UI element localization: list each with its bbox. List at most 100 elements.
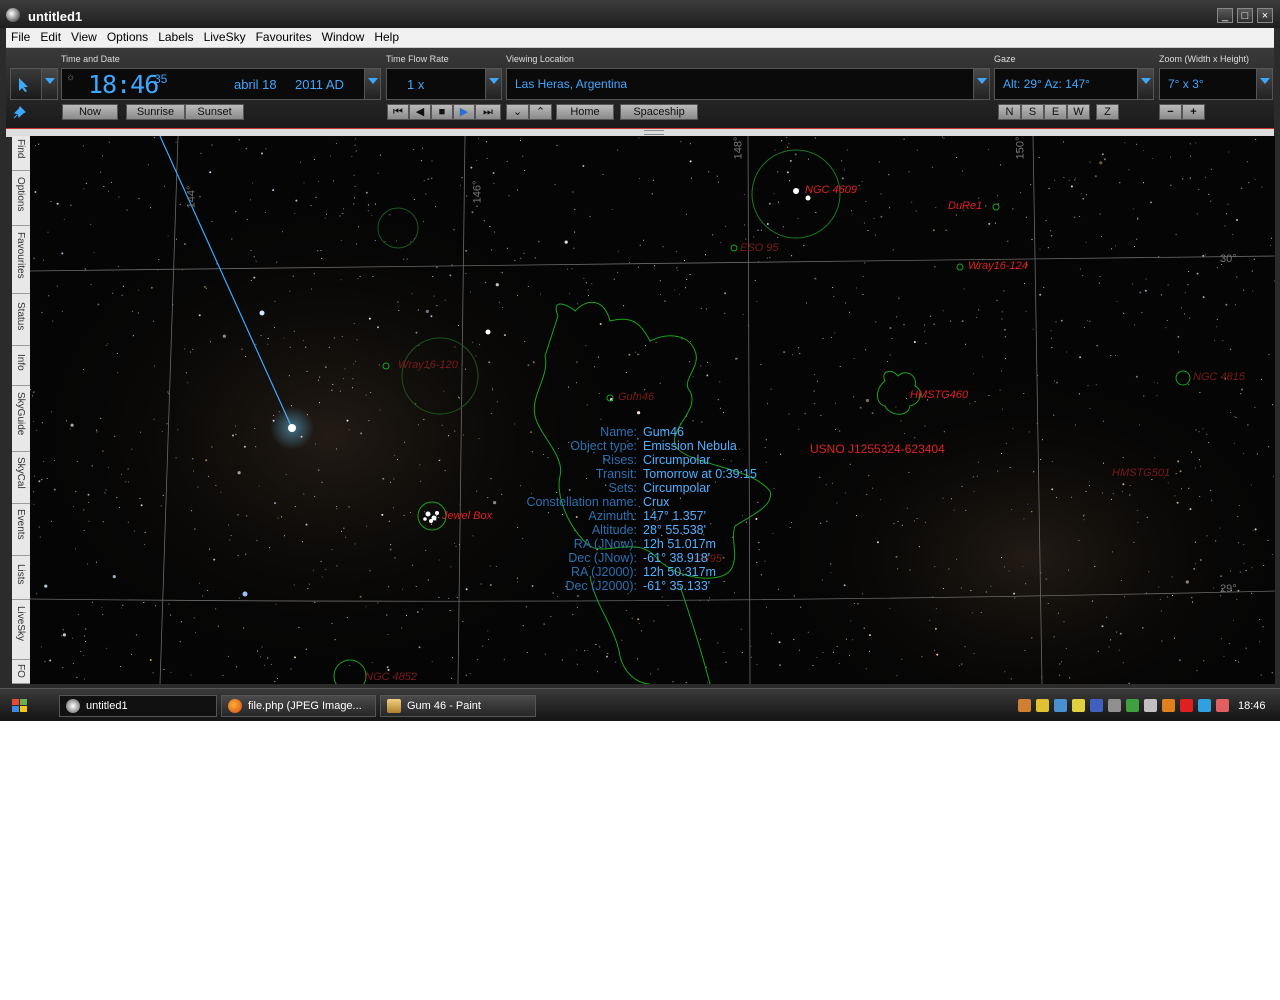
gaze-panel[interactable]: Alt: 29° Az: 147° xyxy=(994,68,1154,100)
play-button[interactable]: ▶ xyxy=(453,104,475,120)
step-back-fast-button[interactable]: ⏮ xyxy=(387,104,409,120)
menu-bar: File Edit View Options Labels LiveSky Favourit… xyxy=(6,28,1274,48)
taskbar-item-paint[interactable]: Gum 46 - Paint xyxy=(380,695,536,717)
menu-view[interactable]: View xyxy=(66,28,102,47)
tab-events[interactable]: Events xyxy=(12,504,30,556)
menu-livesky[interactable]: LiveSky xyxy=(199,28,251,47)
location-panel[interactable]: Las Heras, Argentina xyxy=(506,68,990,100)
tab-livesky[interactable]: LiveSky xyxy=(12,600,30,660)
time-dropdown[interactable] xyxy=(364,69,380,99)
tray-icon[interactable] xyxy=(1198,699,1211,712)
menu-window[interactable]: Window xyxy=(317,28,370,47)
label-ngc4609[interactable]: NGC 4609 xyxy=(805,184,857,196)
select-tool-button[interactable] xyxy=(10,68,58,100)
zenith-button[interactable]: Z xyxy=(1096,104,1119,120)
pin-icon[interactable] xyxy=(13,105,27,119)
time-date-panel[interactable]: ☼ 18:46 35 abril 18 2011 AD xyxy=(61,68,381,100)
grid-label-dec: 29° xyxy=(1220,583,1237,595)
gaze-label: Gaze xyxy=(994,54,1016,64)
ngc4815-circle[interactable] xyxy=(1175,370,1191,386)
time-flow-value: 1 x xyxy=(407,77,425,92)
zoom-in-button[interactable]: + xyxy=(1182,104,1205,120)
label-hmstg501[interactable]: HMSTG501 xyxy=(1112,467,1170,479)
shield-icon[interactable] xyxy=(1036,699,1049,712)
tab-skyguide[interactable]: SkyGuide xyxy=(12,386,30,452)
tab-info[interactable]: Info xyxy=(12,346,30,386)
tray-icon[interactable] xyxy=(1090,699,1103,712)
label-wray16-120[interactable]: Wray16-120 xyxy=(398,359,458,371)
volume-icon[interactable] xyxy=(1144,699,1157,712)
move-down-button[interactable]: ⌄ xyxy=(506,104,529,120)
label-hmstg460[interactable]: HMSTG460 xyxy=(910,389,968,401)
step-back-button[interactable]: ◀ xyxy=(409,104,431,120)
menu-labels[interactable]: Labels xyxy=(153,28,198,47)
tray-icon[interactable] xyxy=(1108,699,1121,712)
select-tool-dropdown[interactable] xyxy=(41,69,57,99)
tab-find[interactable]: Find xyxy=(12,136,30,171)
label-eso95[interactable]: ESO 95 xyxy=(740,242,779,254)
maximize-button[interactable]: □ xyxy=(1237,8,1253,23)
move-up-button[interactable]: ⌃ xyxy=(529,104,552,120)
tab-lists[interactable]: Lists xyxy=(12,556,30,600)
taskbar-item-firefox[interactable]: file.php (JPEG Image... xyxy=(221,695,376,717)
tab-fo[interactable]: FO xyxy=(12,660,30,684)
stop-button[interactable]: ■ xyxy=(431,104,453,120)
south-button[interactable]: S xyxy=(1021,104,1044,120)
tray-icon[interactable] xyxy=(1018,699,1031,712)
zoom-panel[interactable]: 7° x 3° xyxy=(1159,68,1273,100)
menu-edit[interactable]: Edit xyxy=(35,28,66,47)
tab-options[interactable]: Options xyxy=(12,171,30,226)
home-button[interactable]: Home xyxy=(556,104,614,120)
label-ngc4815[interactable]: NGC 4815 xyxy=(1193,371,1245,383)
minimize-button[interactable]: _ xyxy=(1217,8,1233,23)
tab-skycal[interactable]: SkyCal xyxy=(12,452,30,504)
time-date-label: Time and Date xyxy=(61,54,120,64)
tray-icon[interactable] xyxy=(1216,699,1229,712)
location-dropdown[interactable] xyxy=(973,69,989,99)
label-ngc4852[interactable]: NGC 4852 xyxy=(365,671,417,683)
tab-favourites[interactable]: Favourites xyxy=(12,226,30,294)
label-wray16-124[interactable]: Wray16-124 xyxy=(968,260,1028,272)
network-icon[interactable] xyxy=(1054,699,1067,712)
firefox-icon xyxy=(228,699,242,713)
east-button[interactable]: E xyxy=(1044,104,1067,120)
grid-label-ra: 148° xyxy=(732,136,745,160)
label-dure1[interactable]: DuRe1 xyxy=(948,200,982,212)
splitter-grip[interactable] xyxy=(644,130,664,135)
close-button[interactable]: × xyxy=(1257,8,1273,23)
menu-options[interactable]: Options xyxy=(102,28,153,47)
zoom-out-button[interactable]: − xyxy=(1159,104,1182,120)
info-key: Azimuth: xyxy=(588,509,637,523)
tray-icon[interactable] xyxy=(1072,699,1085,712)
paint-icon xyxy=(387,699,401,713)
menu-favourites[interactable]: Favourites xyxy=(251,28,317,47)
grid-label-dec: 30° xyxy=(1220,253,1237,265)
zoom-dropdown[interactable] xyxy=(1256,69,1272,99)
taskbar: untitled1 file.php (JPEG Image... Gum 46… xyxy=(0,688,1280,721)
time-flow-dropdown[interactable] xyxy=(485,69,501,99)
step-forward-fast-button[interactable]: ⏭ xyxy=(475,104,501,120)
sunrise-button[interactable]: Sunrise xyxy=(126,104,185,120)
spaceship-button[interactable]: Spaceship xyxy=(620,104,698,120)
time-flow-panel[interactable]: 1 x xyxy=(386,68,502,100)
sky-view[interactable]: 148° 150° 146° 144° 30° 29° NGC 4609 DuR… xyxy=(30,136,1275,684)
tab-status[interactable]: Status xyxy=(12,294,30,346)
now-button[interactable]: Now xyxy=(62,104,118,120)
bright-star[interactable] xyxy=(288,424,296,432)
sunset-button[interactable]: Sunset xyxy=(185,104,244,120)
time-flow-label: Time Flow Rate xyxy=(386,54,449,64)
label-gum46[interactable]: Gum46 xyxy=(618,391,654,403)
north-button[interactable]: N xyxy=(998,104,1021,120)
menu-help[interactable]: Help xyxy=(369,28,404,47)
antivirus-icon[interactable] xyxy=(1180,699,1193,712)
label-jewel-box[interactable]: Jewel Box xyxy=(442,510,492,522)
start-button[interactable] xyxy=(10,697,32,715)
tray-icon[interactable] xyxy=(1162,699,1175,712)
tray-icon[interactable] xyxy=(1126,699,1139,712)
label-usno[interactable]: USNO J1255324-623404 xyxy=(810,442,945,456)
west-button[interactable]: W xyxy=(1067,104,1090,120)
menu-file[interactable]: File xyxy=(6,28,35,47)
info-value: Circumpolar xyxy=(643,453,711,467)
gaze-dropdown[interactable] xyxy=(1137,69,1153,99)
taskbar-item-untitled1[interactable]: untitled1 xyxy=(59,695,217,717)
